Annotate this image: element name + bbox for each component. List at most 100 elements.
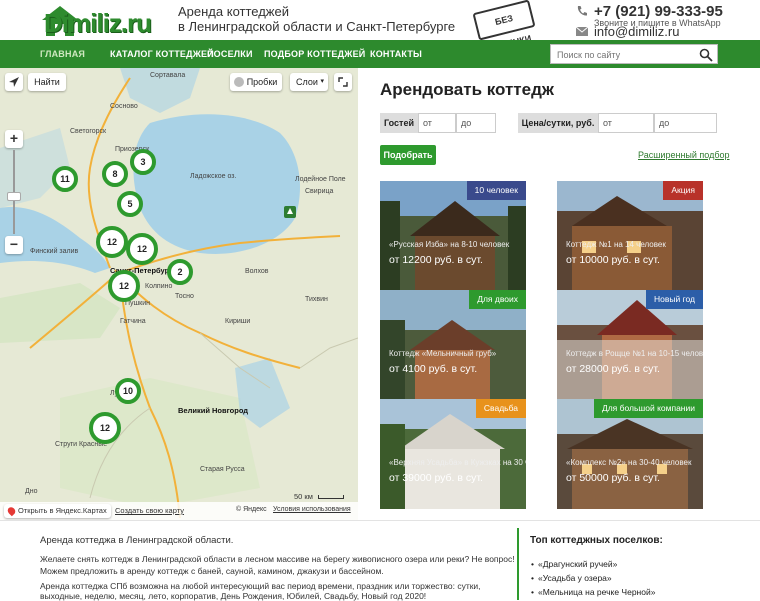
zoom-in-button[interactable]: + — [5, 130, 23, 148]
about-p1-line1: Желаете снять коттедж в Ленинградской об… — [40, 554, 515, 564]
map-label: Лодейное Поле — [295, 176, 346, 183]
submit-search-button[interactable]: Подобрать — [380, 145, 436, 165]
location-arrow-icon — [9, 77, 19, 87]
map-label: Колпино — [145, 283, 173, 290]
phone-icon — [577, 6, 587, 16]
map-label: Дно — [25, 488, 38, 495]
map-label: Тихвин — [305, 296, 328, 303]
card-title: «Русская Изба» на 8-10 человек — [389, 240, 510, 249]
yandex-pin-icon — [6, 505, 17, 517]
zoom-out-button[interactable]: − — [5, 236, 23, 254]
cottage-card[interactable]: Акция Коттедж №1 на 14 человек от 10000 … — [557, 181, 703, 291]
card-badge: 10 человек — [466, 181, 526, 200]
map-cluster[interactable]: 5 — [117, 191, 143, 217]
card-title: Коттедж №1 на 14 человек — [566, 240, 666, 249]
nav-catalog[interactable]: КАТАЛОГ КОТТЕДЖЕЙ — [110, 49, 214, 59]
map-label: Финский залив — [30, 248, 79, 255]
email-link[interactable]: info@dimiliz.ru — [594, 24, 679, 39]
guests-from-input[interactable]: от — [418, 113, 456, 133]
map-label: Светогорск — [70, 128, 107, 135]
card-title: «Комплекс №2» на 30-40 человек — [566, 458, 692, 467]
card-title: Коттедж «Мельничный груб» — [389, 349, 497, 358]
layers-button[interactable]: Слои ▾ — [290, 73, 328, 91]
guests-label: Гостей — [380, 113, 418, 133]
card-title: Коттедж в Рощце №1 на 10-15 человек — [566, 349, 703, 358]
mail-icon — [576, 27, 588, 36]
map-cluster[interactable]: 11 — [52, 166, 78, 192]
map-scale: 50 км — [294, 492, 344, 501]
card-price: от 12200 руб. в сут. — [389, 254, 483, 266]
map-label: Ладожское оз. — [190, 173, 237, 180]
map-label: Сосново — [110, 103, 138, 110]
map-cluster[interactable]: 12 — [126, 233, 158, 265]
traffic-light-icon — [234, 77, 244, 87]
nav-selection[interactable]: ПОДБОР КОТТЕДЖЕЙ — [264, 49, 365, 59]
map-cluster[interactable]: 12 — [108, 270, 140, 302]
map-pin-icon[interactable] — [282, 204, 298, 220]
yandex-map[interactable]: Найти Пробки Слои ▾ + − Сортавала Соснов… — [0, 68, 358, 520]
terms-link[interactable]: Условия использования — [273, 506, 351, 513]
fullscreen-button[interactable] — [334, 73, 352, 91]
section-divider — [517, 528, 519, 600]
cottage-card[interactable]: Для двоих Коттедж «Мельничный груб» от 4… — [380, 290, 526, 400]
traffic-label: Пробки — [246, 77, 278, 87]
nav-home[interactable]: ГЛАВНАЯ — [40, 49, 85, 59]
map-label: Кириши — [225, 318, 251, 325]
card-badge: Для двоих — [469, 290, 526, 309]
page-title: Арендовать коттедж — [380, 80, 554, 99]
map-cluster[interactable]: 8 — [102, 161, 128, 187]
map-footer: Открыть в Яндекс.Картах Создать свою кар… — [0, 502, 358, 520]
top-village-link[interactable]: «Усадьба у озера» — [531, 573, 612, 583]
scale-label: 50 км — [294, 492, 313, 501]
locate-me-button[interactable] — [5, 73, 23, 91]
cottage-card[interactable]: Новый год Коттедж в Рощце №1 на 10-15 че… — [557, 290, 703, 400]
cottage-card[interactable]: Свадьба «Верхняя Усадьба» в Кужзках на 3… — [380, 399, 526, 509]
card-price: от 4100 руб. в сут. — [389, 363, 478, 375]
map-cluster[interactable]: 12 — [89, 412, 121, 444]
search-input[interactable] — [557, 48, 697, 61]
map-label: Свирица — [305, 188, 334, 195]
tagline-line-2: в Ленинградской области и Санкт-Петербур… — [178, 19, 456, 34]
map-find-button[interactable]: Найти — [28, 73, 66, 91]
nav-contacts[interactable]: КОНТАКТЫ — [370, 49, 422, 59]
zoom-control: + − — [5, 130, 23, 260]
top-village-link[interactable]: «Драгунский ручей» — [531, 559, 617, 569]
about-p2-line2: выходные, неделю, месяц, лето, корпорати… — [40, 591, 427, 601]
chevron-down-icon: ▾ — [320, 78, 324, 85]
map-cluster[interactable]: 10 — [115, 378, 141, 404]
advanced-search-link[interactable]: Расширенный подбор — [638, 150, 730, 160]
cottage-card[interactable]: 10 человек «Русская Изба» на 8-10 челове… — [380, 181, 526, 291]
card-badge: Свадьба — [475, 399, 526, 418]
zoom-slider-handle[interactable] — [7, 192, 21, 201]
top-villages-title: Топ коттеджных поселков: — [530, 535, 663, 546]
card-price: от 28000 руб. в сут. — [566, 363, 660, 375]
card-title: «Верхняя Усадьба» в Кужзках на 30 челове… — [389, 458, 526, 467]
map-label: Гатчина — [120, 318, 146, 325]
site-search — [550, 44, 718, 64]
guests-to-input[interactable]: до — [456, 113, 496, 133]
map-label-novgorod: Великий Новгород — [178, 406, 249, 415]
site-header: Dimiliz.ru Аренда коттеджей в Ленинградс… — [0, 0, 760, 53]
map-cluster[interactable]: 12 — [96, 226, 128, 258]
map-copyright: © Яндекс — [236, 506, 267, 513]
top-village-link[interactable]: «Мельница на речке Черной» — [531, 587, 655, 597]
create-map-link[interactable]: Создать свою карту — [115, 506, 184, 515]
traffic-button[interactable]: Пробки — [230, 73, 282, 91]
price-from-input[interactable]: от — [598, 113, 654, 133]
price-to-input[interactable]: до — [654, 113, 717, 133]
map-label: Сортавала — [150, 72, 186, 79]
open-in-yandex-label: Открыть в Яндекс.Картах — [18, 506, 107, 515]
nav-villages[interactable]: ПОСЕЛКИ — [207, 49, 253, 59]
logo-text[interactable]: Dimiliz.ru — [44, 8, 152, 39]
card-price: от 10000 руб. в сут. — [566, 254, 660, 266]
map-cluster[interactable]: 2 — [167, 259, 193, 285]
no-markup-stamp: БЕЗ НАЦЕНКИ — [472, 0, 536, 53]
card-badge: Новый год — [645, 290, 703, 309]
search-icon[interactable] — [699, 48, 713, 62]
map-cluster[interactable]: 3 — [130, 149, 156, 175]
open-in-yandex-button[interactable]: Открыть в Яндекс.Картах — [4, 504, 111, 518]
cottage-card[interactable]: Для большой компании «Комплекс №2» на 30… — [557, 399, 703, 509]
map-label: Тосно — [175, 293, 194, 300]
card-badge: Акция — [663, 181, 703, 200]
price-label: Цена/сутки, руб. — [518, 113, 598, 133]
